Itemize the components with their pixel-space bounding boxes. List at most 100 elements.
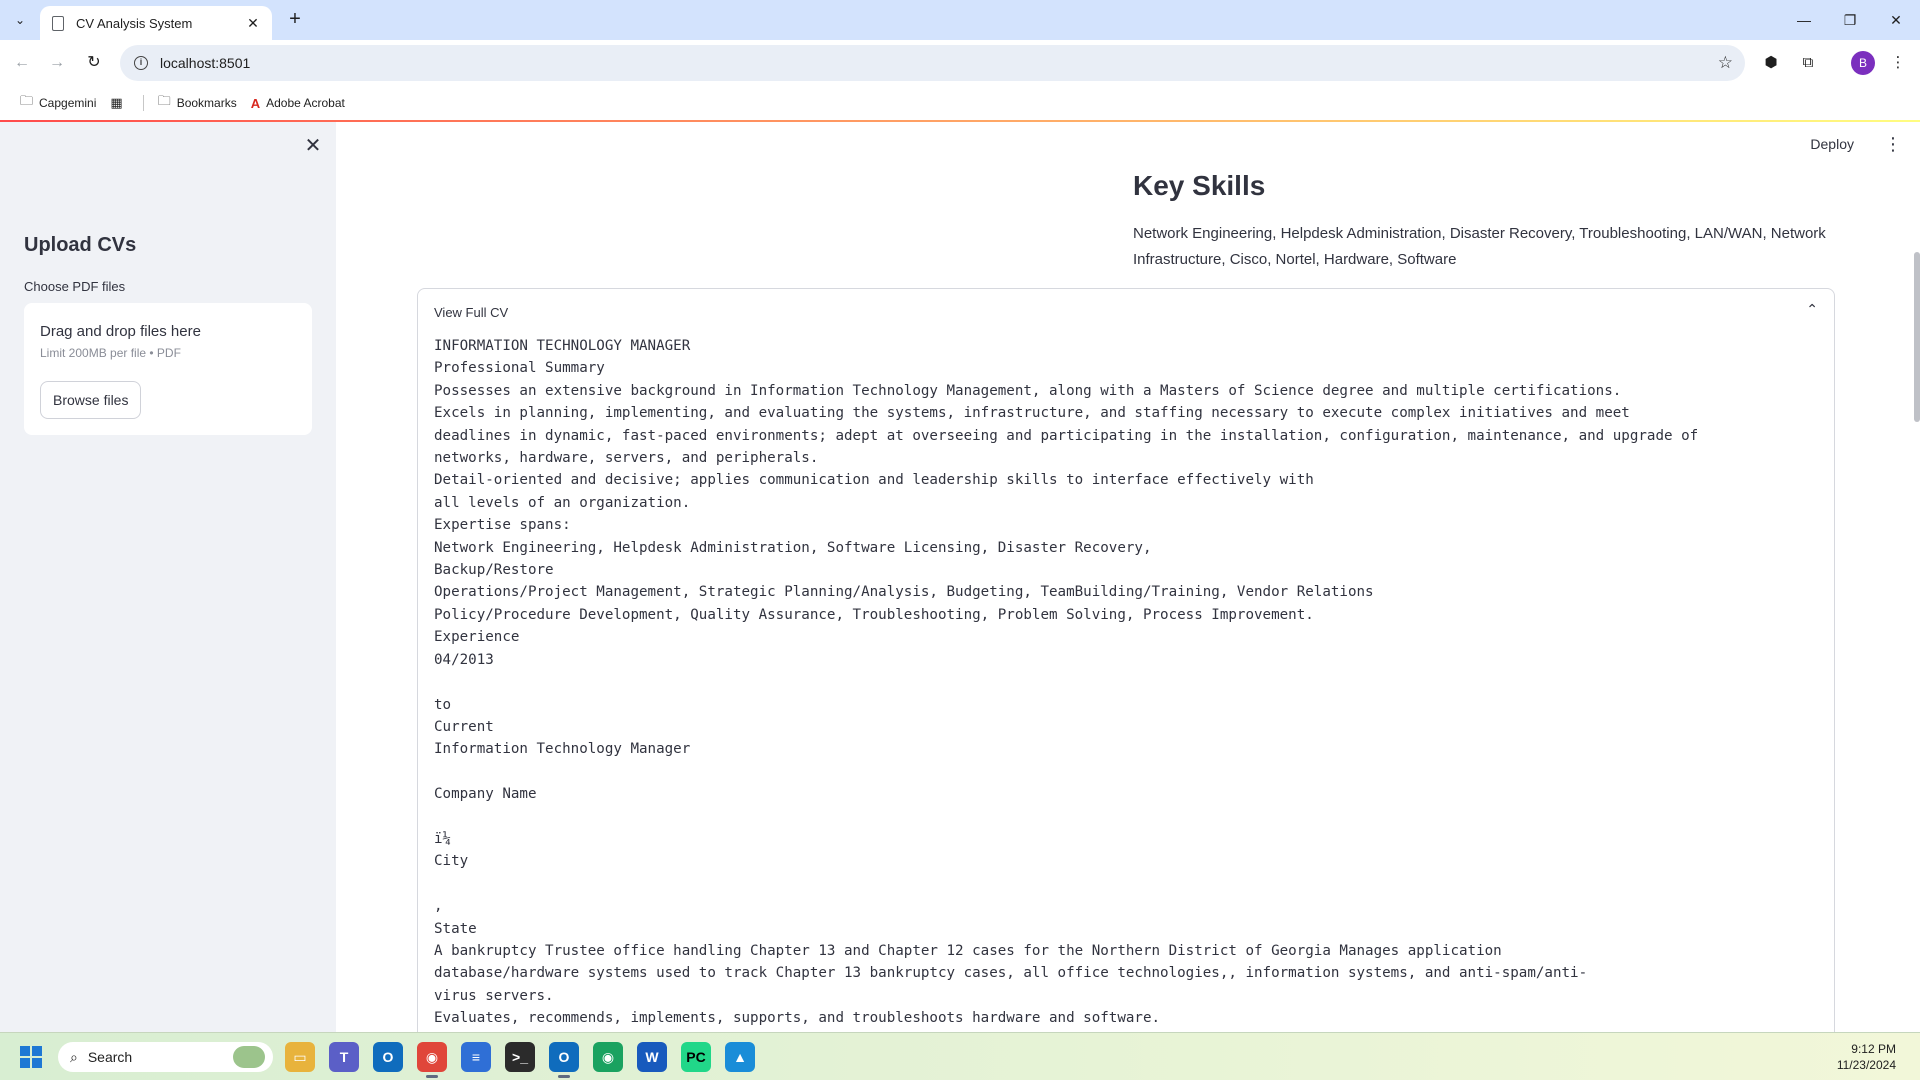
file-explorer-icon[interactable]: ▭ xyxy=(285,1042,315,1072)
cv-line: ï¼ xyxy=(434,830,452,847)
apps-grid-icon[interactable]: ▦ xyxy=(110,95,128,111)
new-tab-button[interactable]: + xyxy=(283,8,307,32)
cv-line: Operations/Project Management, Strategic… xyxy=(434,584,1374,601)
taskbar-clock[interactable]: 9:12 PM 11/23/2024 xyxy=(1837,1041,1896,1073)
extensions-puzzle-icon[interactable]: ⧉ xyxy=(1797,52,1819,74)
browser-toolbar: ← → ↻ i localhost:8501 ☆ ⬢ ⧉ B ⋮ xyxy=(0,40,1920,86)
close-sidebar-icon[interactable]: ✕ xyxy=(301,134,325,158)
main-content: Deploy ⋮ Key Skills Network Engineering,… xyxy=(336,122,1920,1032)
cv-line: , xyxy=(434,898,443,915)
adobe-acrobat-icon: A xyxy=(250,95,261,111)
notepad-icon[interactable]: ≡ xyxy=(461,1042,491,1072)
bookmarks-bar: 🗀 Capgemini ▦ 🗀 Bookmarks A Adobe Acroba… xyxy=(0,86,1920,120)
extension-shield-icon[interactable]: ⬢ xyxy=(1760,52,1782,74)
bookmark-folder[interactable]: 🗀 Bookmarks xyxy=(158,92,237,114)
site-info-icon[interactable]: i xyxy=(134,56,148,70)
clock-date: 11/23/2024 xyxy=(1836,1058,1896,1072)
forward-icon[interactable]: → xyxy=(45,51,69,75)
browser-tab[interactable]: CV Analysis System ✕ xyxy=(40,6,272,40)
cv-line xyxy=(434,873,1698,895)
restore-icon[interactable]: ❐ xyxy=(1830,8,1870,32)
cv-line: virus servers. xyxy=(434,987,554,1004)
dropzone-title: Drag and drop files here xyxy=(40,323,201,340)
bookmark-separator xyxy=(142,95,144,111)
photos-icon[interactable]: ▲ xyxy=(725,1042,755,1072)
folder-icon: 🗀 xyxy=(157,93,171,108)
key-skills-heading: Key Skills xyxy=(1133,170,1266,201)
cv-line xyxy=(434,806,1698,828)
sidebar: ✕ Upload CVs Choose PDF files Drag and d… xyxy=(0,122,336,1032)
minimize-icon[interactable]: — xyxy=(1784,8,1824,32)
url-text: localhost:8501 xyxy=(160,55,251,71)
cv-line: Information Technology Manager xyxy=(434,741,691,758)
cv-line: Policy/Procedure Development, Quality As… xyxy=(434,606,1314,623)
windows-taskbar: ⌕ Search ▭ T O ◉ ≡ >_ O ◉ W PC ▲ 9:12 PM… xyxy=(0,1032,1920,1080)
close-window-icon[interactable]: ✕ xyxy=(1876,8,1916,32)
windows-start-icon[interactable] xyxy=(20,1046,42,1068)
dropzone-limit: Limit 200MB per file • PDF xyxy=(40,346,181,360)
expander-label[interactable]: View Full CV xyxy=(434,305,508,320)
profile-avatar[interactable]: B xyxy=(1851,51,1875,75)
clock-time: 9:12 PM xyxy=(1851,1042,1896,1056)
reload-icon[interactable]: ↻ xyxy=(82,51,106,75)
cv-line: Network Engineering, Helpdesk Administra… xyxy=(434,539,1152,556)
cv-line: deadlines in dynamic, fast-paced environ… xyxy=(434,427,1699,444)
cv-line: all levels of an organization. xyxy=(434,494,691,511)
bookmark-label: Bookmarks xyxy=(176,96,237,110)
cv-line: to xyxy=(434,696,452,713)
cv-line: City xyxy=(434,853,469,870)
taskbar-search[interactable]: ⌕ Search xyxy=(58,1042,273,1072)
cv-line: Detail-oriented and decisive; applies co… xyxy=(434,472,1314,489)
bookmark-star-icon[interactable]: ☆ xyxy=(1718,53,1733,73)
cv-line: networks, hardware, servers, and periphe… xyxy=(434,450,819,467)
chrome-profile-icon[interactable]: ◉ xyxy=(593,1042,623,1072)
grid-icon: ▦ xyxy=(110,95,123,110)
cv-line: 04/2013 xyxy=(434,651,494,668)
cv-line: Evaluates, recommends, implements, suppo… xyxy=(434,1010,1161,1027)
deploy-button[interactable]: Deploy xyxy=(1810,136,1854,152)
word-icon[interactable]: W xyxy=(637,1042,667,1072)
bookmark-label: Capgemini xyxy=(39,96,97,110)
full-cv-expander: View Full CV ⌃ INFORMATION TECHNOLOGY MA… xyxy=(417,288,1835,1032)
cv-line: database/hardware systems used to track … xyxy=(434,965,1588,982)
outlook-icon[interactable]: O xyxy=(373,1042,403,1072)
chrome-icon[interactable]: ◉ xyxy=(417,1042,447,1078)
browser-menu-icon[interactable]: ⋮ xyxy=(1887,52,1909,74)
back-icon[interactable]: ← xyxy=(10,51,34,75)
bookmark-adobe-acrobat[interactable]: A Adobe Acrobat xyxy=(251,96,345,111)
bookmark-label: Adobe Acrobat xyxy=(266,96,345,110)
cv-text-block: INFORMATION TECHNOLOGY MANAGER Profession… xyxy=(434,335,1698,1030)
uploader-label: Choose PDF files xyxy=(24,279,126,294)
cv-line: State xyxy=(434,920,477,937)
app-menu-icon[interactable]: ⋮ xyxy=(1884,134,1902,155)
cv-line xyxy=(434,671,1698,693)
cv-line: Experience xyxy=(434,629,520,646)
cv-line: Company Name xyxy=(434,786,537,803)
cv-line: A bankruptcy Trustee office handling Cha… xyxy=(434,942,1502,959)
cv-line xyxy=(434,761,1698,783)
search-label: Search xyxy=(87,1049,133,1065)
cv-line: Professional Summary xyxy=(434,360,605,377)
key-skills-text: Network Engineering, Helpdesk Administra… xyxy=(1133,225,1826,268)
pycharm-icon[interactable]: PC xyxy=(681,1042,711,1072)
search-icon: ⌕ xyxy=(70,1048,78,1065)
cv-line: Possesses an extensive background in Inf… xyxy=(434,382,1622,399)
search-highlight-image xyxy=(233,1046,265,1068)
bookmark-capgemini[interactable]: 🗀 Capgemini xyxy=(20,92,96,114)
cv-line: Excels in planning, implementing, and ev… xyxy=(434,405,1630,422)
teams-icon[interactable]: T xyxy=(329,1042,359,1072)
address-bar[interactable]: i localhost:8501 ☆ xyxy=(120,45,1745,81)
browse-files-button[interactable]: Browse files xyxy=(40,381,142,419)
chevron-up-icon[interactable]: ⌃ xyxy=(1806,301,1818,318)
scrollbar-thumb[interactable] xyxy=(1914,252,1920,422)
close-tab-icon[interactable]: ✕ xyxy=(244,15,262,32)
page-icon xyxy=(52,15,64,31)
file-dropzone[interactable]: Drag and drop files here Limit 200MB per… xyxy=(24,303,312,435)
cv-line: Current xyxy=(434,718,494,735)
browser-tab-strip: ⌄ CV Analysis System ✕ + — ❐ ✕ xyxy=(0,0,1920,40)
terminal-icon[interactable]: >_ xyxy=(505,1042,535,1072)
outlook-new-icon[interactable]: O xyxy=(549,1042,579,1078)
cv-line: Expertise spans: xyxy=(434,517,571,534)
tab-search-chevron-icon[interactable]: ⌄ xyxy=(9,9,31,31)
tab-title: CV Analysis System xyxy=(76,15,193,31)
